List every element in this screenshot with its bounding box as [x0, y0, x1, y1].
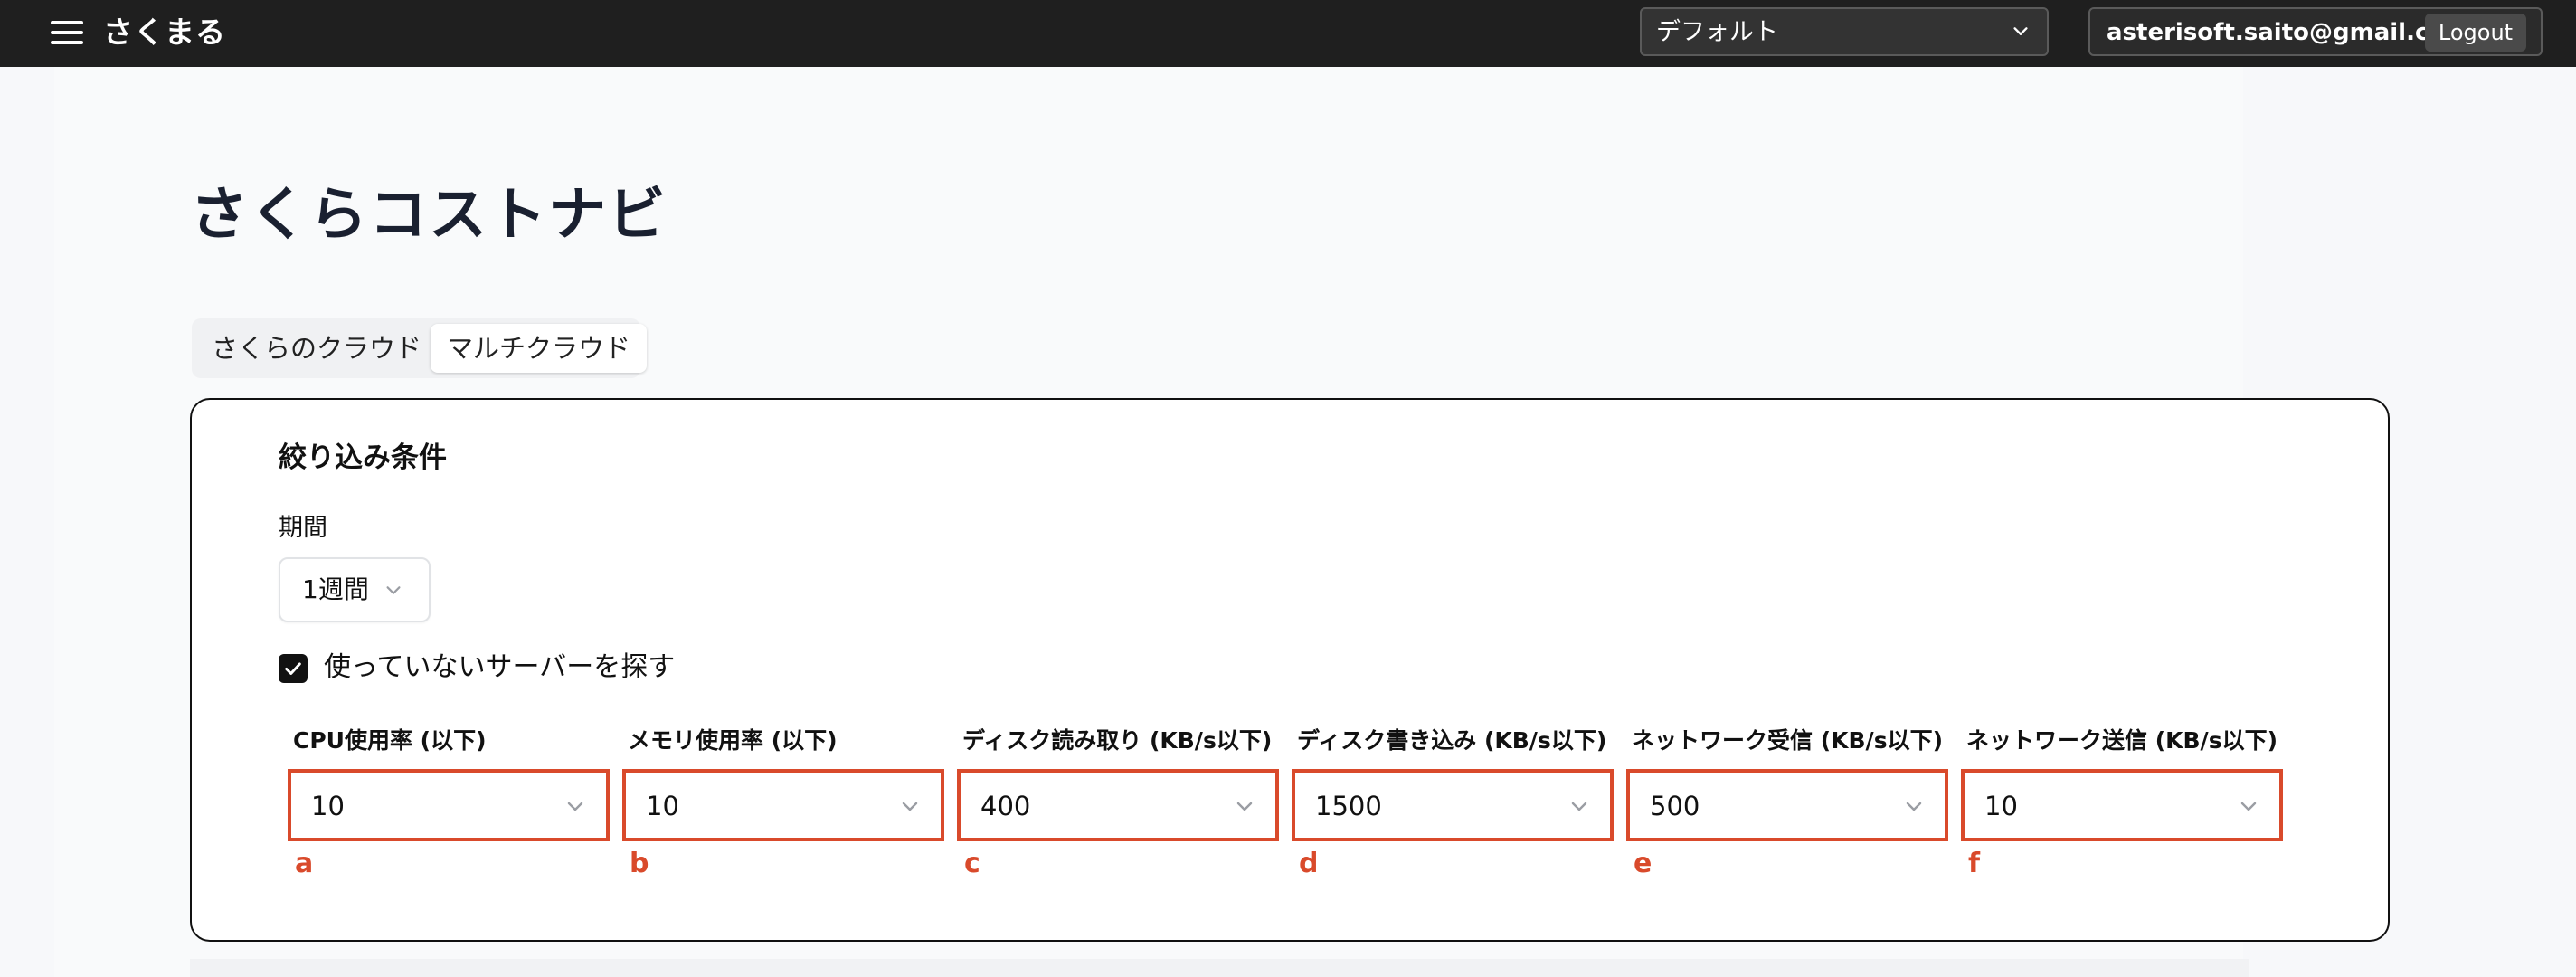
chevron-down-icon [386, 586, 401, 594]
hamburger-menu-icon[interactable] [51, 19, 85, 46]
threshold-memory-value: 10 [646, 791, 679, 821]
threshold-disk-read-value: 400 [980, 791, 1031, 821]
threshold-network-in-label: ネットワーク受信 (KB/s以下) [1632, 727, 1943, 754]
threshold-disk-write-label: ディスク書き込み (KB/s以下) [1297, 727, 1607, 754]
threshold-network-out-value: 10 [1984, 791, 2018, 821]
chevron-down-icon [1236, 802, 1253, 811]
chevron-down-icon [1571, 802, 1587, 811]
project-select[interactable]: デフォルト [1640, 7, 2049, 56]
threshold-network-in-value: 500 [1650, 791, 1700, 821]
app-title: さくまる [103, 14, 226, 50]
user-email: asterisoft.saito@gmail.com [2107, 19, 2470, 46]
annotation-marker-a: a [295, 848, 314, 879]
threshold-memory-label: メモリ使用率 (以下) [628, 727, 838, 754]
threshold-cpu-select[interactable]: 10 [288, 769, 610, 841]
period-label: 期間 [279, 514, 327, 542]
chevron-down-icon [567, 802, 583, 811]
threshold-network-out-label: ネットワーク送信 (KB/s以下) [1966, 727, 2278, 754]
annotation-marker-c: c [964, 848, 980, 879]
top-navigation-bar: さくまる デフォルト asterisoft.saito@gmail.com Lo… [0, 0, 2576, 67]
threshold-memory-select[interactable]: 10 [622, 769, 944, 841]
period-select[interactable]: 1週間 [279, 557, 431, 622]
tab-sakura-cloud[interactable]: さくらのクラウド [195, 324, 438, 373]
chevron-down-icon [1906, 802, 1922, 811]
filter-title: 絞り込み条件 [279, 441, 447, 474]
page-title: さくらコストナビ [190, 182, 668, 249]
tab-multi-cloud[interactable]: マルチクラウド [431, 324, 648, 373]
user-account-box: asterisoft.saito@gmail.com Logout [2088, 7, 2543, 56]
logout-button[interactable]: Logout [2425, 14, 2526, 52]
annotation-marker-b: b [630, 848, 649, 879]
chevron-down-icon [2013, 27, 2028, 35]
hamburger-line [51, 31, 83, 34]
hamburger-line [51, 21, 83, 24]
threshold-cpu-label: CPU使用率 (以下) [293, 727, 487, 754]
annotation-marker-d: d [1299, 848, 1319, 879]
threshold-cpu-value: 10 [311, 791, 345, 821]
unused-server-checkbox-label: 使っていないサーバーを探す [324, 651, 676, 683]
project-select-value: デフォルト [1656, 18, 1778, 46]
threshold-network-out-select[interactable]: 10 [1961, 769, 2283, 841]
threshold-disk-write-select[interactable]: 1500 [1292, 769, 1614, 841]
hamburger-line [51, 41, 83, 44]
annotation-marker-f: f [1968, 848, 1981, 879]
threshold-disk-read-label: ディスク読み取り (KB/s以下) [962, 727, 1273, 754]
period-select-value: 1週間 [302, 574, 369, 604]
checkmark-icon [285, 662, 301, 675]
threshold-network-in-select[interactable]: 500 [1626, 769, 1948, 841]
cloud-tabs: さくらのクラウド マルチクラウド [192, 318, 648, 378]
unused-server-checkbox[interactable] [279, 654, 308, 683]
filter-panel: 絞り込み条件 期間 1週間 使っていないサーバーを探す CPU使用率 (以下) … [190, 398, 2390, 942]
results-area-edge [190, 959, 2249, 977]
chevron-down-icon [902, 802, 918, 811]
threshold-disk-write-value: 1500 [1315, 791, 1382, 821]
annotation-marker-e: e [1634, 848, 1653, 879]
threshold-disk-read-select[interactable]: 400 [957, 769, 1279, 841]
chevron-down-icon [2240, 802, 2257, 811]
